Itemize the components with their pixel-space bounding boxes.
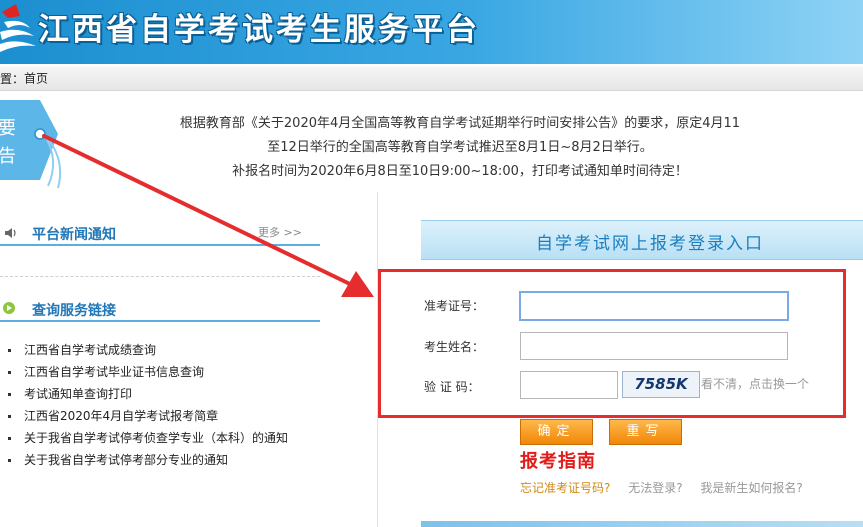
captcha-label: 验 证 码： <box>424 380 480 394</box>
query-link-item[interactable]: 江西省自学考试毕业证书信息查询 <box>8 361 288 383</box>
query-title: 查询服务链接 <box>32 303 116 319</box>
captcha-refresh-link[interactable]: 看不清，点击换一个 <box>701 375 809 392</box>
breadcrumb-home[interactable]: 首页 <box>24 72 48 86</box>
ticket-label: 准考证号： <box>424 299 485 313</box>
new-student-link[interactable]: 我是新生如何报名? <box>700 481 802 495</box>
cannot-login-link[interactable]: 无法登录? <box>628 481 682 495</box>
site-header: 江西省自学考试考生服务平台 <box>0 0 863 64</box>
site-logo-icon <box>0 4 36 52</box>
captcha-image[interactable]: 7585K <box>622 371 700 398</box>
query-underline <box>0 320 320 322</box>
bottom-bar <box>421 521 863 527</box>
login-banner: 自学考试网上报考登录入口 <box>421 220 863 260</box>
name-input[interactable] <box>520 332 788 360</box>
name-label: 考生姓名： <box>424 340 485 354</box>
notice-line: 根据教育部《关于2020年4月全国高等教育自学考试延期举行时间安排公告》的要求，… <box>179 116 741 131</box>
forgot-ticket-link[interactable]: 忘记准考证号码? <box>520 481 610 495</box>
notice-line: 补报名时间为2020年6月8日至10日9:00~18:00，打印考试通知单时间待… <box>232 164 688 179</box>
news-more-link[interactable]: 更多 >> <box>258 224 302 240</box>
reset-button[interactable]: 重写 <box>609 419 682 445</box>
query-link-item[interactable]: 考试通知单查询打印 <box>8 383 288 405</box>
site-title: 江西省自学考试考生服务平台 <box>38 12 480 48</box>
divider <box>0 276 320 277</box>
play-circle-icon <box>3 302 15 314</box>
login-banner-title: 自学考试网上报考登录入口 <box>536 234 764 254</box>
notice-tag: 要 告 <box>0 100 62 189</box>
notice-line: 至12日举行的全国高等教育自学考试推迟至8月1日~8月2日举行。 <box>267 140 653 155</box>
notice-tag-line1: 要 <box>0 118 16 139</box>
help-links: 忘记准考证号码? 无法登录? 我是新生如何报名? <box>520 479 817 496</box>
news-title: 平台新闻通知 <box>32 227 116 243</box>
news-underline <box>0 244 320 246</box>
query-links: 江西省自学考试成绩查询 江西省自学考试毕业证书信息查询 考试通知单查询打印 江西… <box>8 339 288 471</box>
exam-guide-title: 报考指南 <box>520 451 596 472</box>
notice-text: 根据教育部《关于2020年4月全国高等教育自学考试延期举行时间安排公告》的要求，… <box>110 112 810 184</box>
speaker-icon <box>5 228 16 238</box>
confirm-button[interactable]: 确定 <box>520 419 593 445</box>
ticket-number-input[interactable] <box>519 291 789 321</box>
notice-tag-line2: 告 <box>0 146 16 167</box>
breadcrumb-prefix: 位置： <box>0 71 25 86</box>
captcha-input[interactable] <box>520 371 618 399</box>
query-link-item[interactable]: 江西省2020年4月自学考试报考简章 <box>8 405 288 427</box>
query-link-item[interactable]: 江西省自学考试成绩查询 <box>8 339 288 361</box>
breadcrumb: 位置：首页 <box>0 66 863 91</box>
query-link-item[interactable]: 关于我省自学考试停考侦查学专业（本科）的通知 <box>8 427 288 449</box>
query-link-item[interactable]: 关于我省自学考试停考部分专业的通知 <box>8 449 288 471</box>
